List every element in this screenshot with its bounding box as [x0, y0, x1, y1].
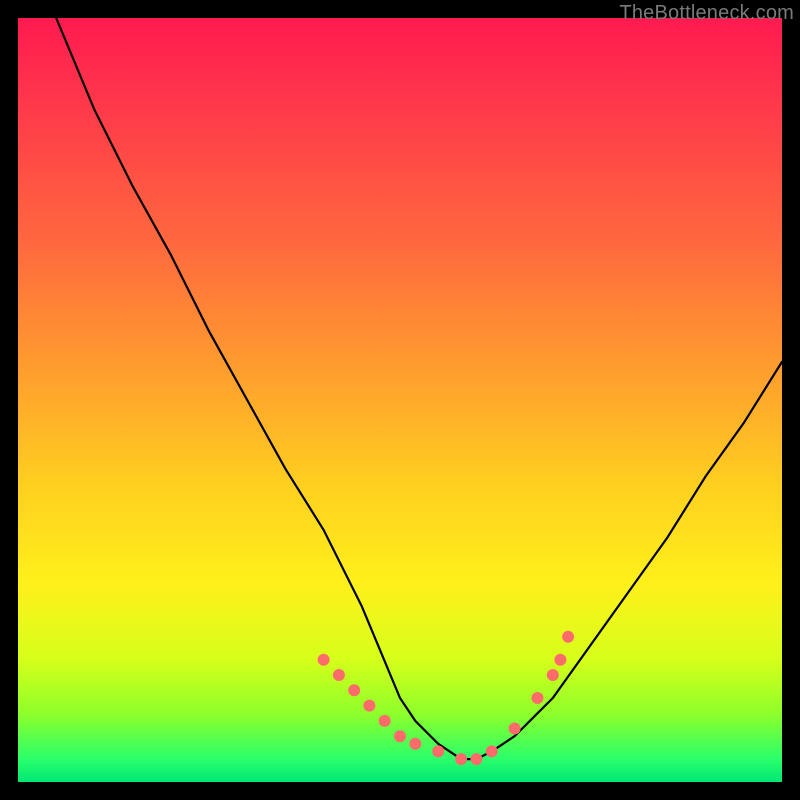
highlight-dot [455, 753, 467, 765]
watermark-text: TheBottleneck.com [619, 2, 794, 25]
highlight-dot [318, 654, 330, 666]
highlight-dot [379, 715, 391, 727]
highlight-dot [547, 669, 559, 681]
highlight-dot [554, 654, 566, 666]
highlight-dot [470, 753, 482, 765]
bottleneck-curve [56, 18, 782, 759]
highlight-dot [562, 631, 574, 643]
highlight-dot [432, 745, 444, 757]
highlight-dot [409, 738, 421, 750]
highlight-dots [318, 631, 574, 765]
highlight-dot [486, 745, 498, 757]
highlight-dot [532, 692, 544, 704]
highlight-dot [333, 669, 345, 681]
curve-layer [18, 18, 782, 782]
chart-stage: TheBottleneck.com [0, 0, 800, 800]
highlight-dot [509, 723, 521, 735]
highlight-dot [394, 730, 406, 742]
highlight-dot [348, 684, 360, 696]
highlight-dot [363, 700, 375, 712]
